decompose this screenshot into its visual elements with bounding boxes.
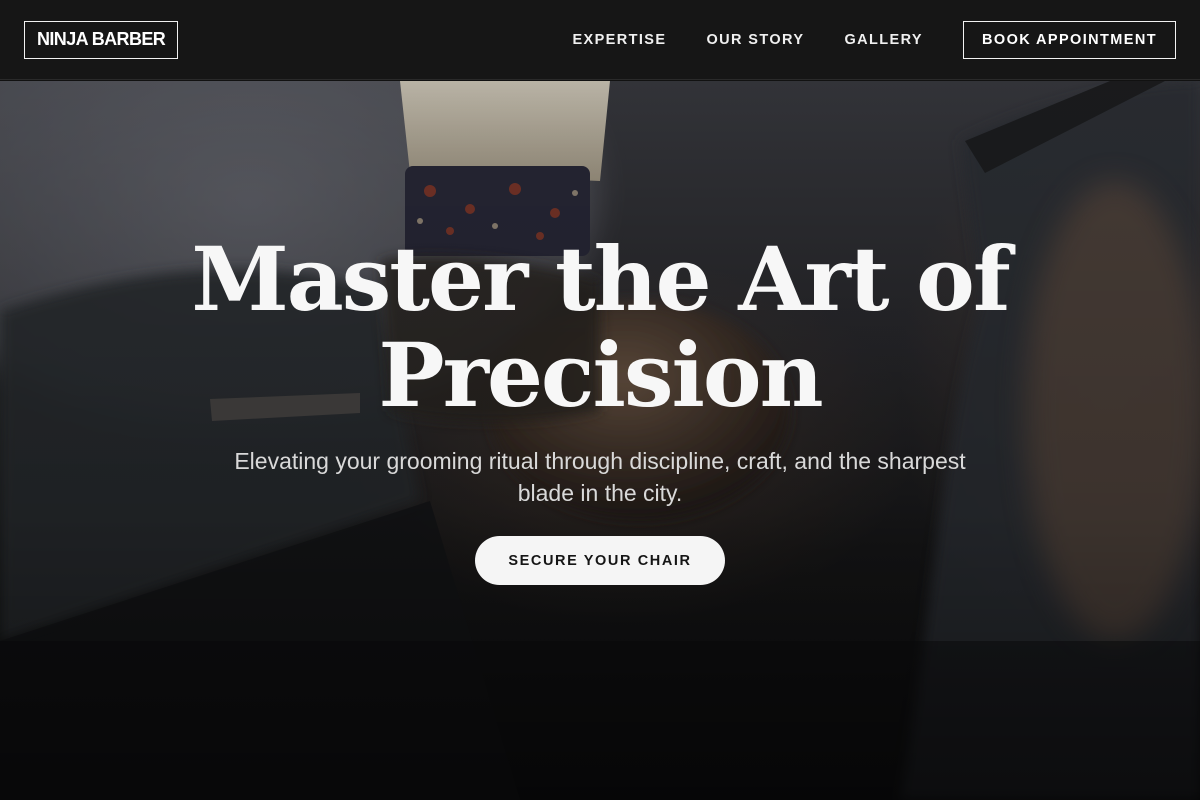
nav-link-our-story[interactable]: OUR STORY [706,32,804,48]
page: NINJA BARBER EXPERTISE OUR STORY GALLERY… [0,0,1200,800]
hero-subtitle-line-1: Elevating your grooming ritual through d… [234,448,966,474]
hero-title-line-1: Master the Art of [191,227,1010,331]
logo[interactable]: NINJA BARBER [24,20,179,59]
hero-title-line-2: Precision [378,323,823,427]
hero-content: Master the Art of Precision Elevating yo… [0,81,1200,800]
nav-link-gallery[interactable]: GALLERY [844,32,923,48]
secure-your-chair-button[interactable]: SECURE YOUR CHAIR [475,536,725,585]
hero-subtitle: Elevating your grooming ritual through d… [190,445,1010,509]
hero-title: Master the Art of Precision [150,231,1050,423]
nav-link-expertise[interactable]: EXPERTISE [572,32,666,48]
main-nav: EXPERTISE OUR STORY GALLERY BOOK APPOINT… [572,20,1176,59]
site-header: NINJA BARBER EXPERTISE OUR STORY GALLERY… [0,0,1200,80]
hero-subtitle-line-2: blade in the city. [517,480,683,506]
hero-section: Master the Art of Precision Elevating yo… [0,81,1200,800]
book-appointment-button[interactable]: BOOK APPOINTMENT [963,20,1176,59]
